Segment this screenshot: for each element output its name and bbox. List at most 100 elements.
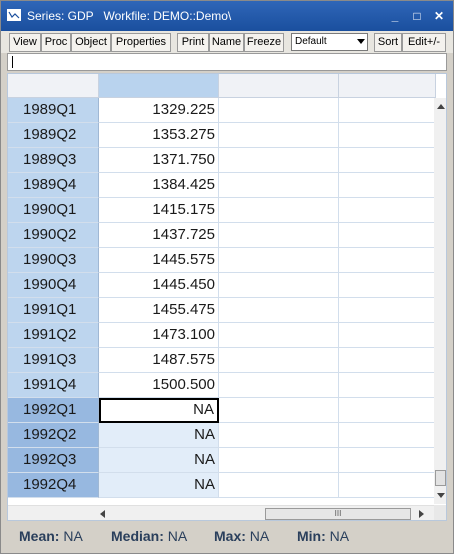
scroll-left-icon[interactable]: [100, 510, 105, 518]
empty-cell[interactable]: [219, 348, 339, 373]
empty-cell[interactable]: [339, 248, 436, 273]
row-label[interactable]: 1992Q2: [8, 423, 99, 448]
horizontal-scrollbar[interactable]: III: [8, 505, 434, 520]
name-button[interactable]: Name: [209, 33, 244, 52]
view-button[interactable]: View: [9, 33, 41, 52]
properties-button[interactable]: Properties: [111, 33, 171, 52]
row-label[interactable]: 1991Q3: [8, 348, 99, 373]
empty-cell[interactable]: [219, 448, 339, 473]
row-label[interactable]: 1992Q3: [8, 448, 99, 473]
object-button[interactable]: Object: [71, 33, 111, 52]
empty-cell[interactable]: [339, 348, 436, 373]
row-label[interactable]: 1990Q2: [8, 223, 99, 248]
value-cell[interactable]: 1487.575: [99, 348, 219, 373]
row-label[interactable]: 1990Q4: [8, 273, 99, 298]
table-row[interactable]: 1989Q3 1371.750: [8, 148, 436, 173]
value-cell[interactable]: 1384.425: [99, 173, 219, 198]
table-row[interactable]: 1989Q1 1329.225: [8, 98, 436, 123]
value-cell[interactable]: 1445.450: [99, 273, 219, 298]
empty-cell[interactable]: [339, 373, 436, 398]
table-row[interactable]: 1990Q4 1445.450: [8, 273, 436, 298]
title-bar[interactable]: Series: GDP Workfile: DEMO::Demo\ _ □ ✕: [1, 1, 453, 31]
row-label[interactable]: 1990Q3: [8, 248, 99, 273]
edit-toggle-button[interactable]: Edit+/-: [402, 33, 446, 52]
table-row[interactable]: 1990Q2 1437.725: [8, 223, 436, 248]
scroll-down-icon[interactable]: [437, 493, 445, 498]
close-button[interactable]: ✕: [432, 9, 446, 23]
table-row[interactable]: 1992Q2 NA: [8, 423, 436, 448]
table-row[interactable]: 1992Q4 NA: [8, 473, 436, 498]
row-label[interactable]: 1991Q4: [8, 373, 99, 398]
value-cell[interactable]: NA: [99, 423, 219, 448]
row-label[interactable]: 1990Q1: [8, 198, 99, 223]
value-cell[interactable]: 1455.475: [99, 298, 219, 323]
value-cell[interactable]: 1437.725: [99, 223, 219, 248]
table-row[interactable]: 1991Q1 1455.475: [8, 298, 436, 323]
table-row[interactable]: 1989Q2 1353.275: [8, 123, 436, 148]
value-cell[interactable]: 1415.175: [99, 198, 219, 223]
scroll-right-icon[interactable]: [419, 510, 424, 518]
value-cell[interactable]: 1329.225: [99, 98, 219, 123]
value-cell[interactable]: 1353.275: [99, 123, 219, 148]
table-row[interactable]: 1990Q1 1415.175: [8, 198, 436, 223]
empty-cell[interactable]: [339, 448, 436, 473]
value-cell[interactable]: NA: [99, 448, 219, 473]
empty-cell[interactable]: [339, 223, 436, 248]
empty-cell[interactable]: [339, 273, 436, 298]
empty-cell[interactable]: [339, 98, 436, 123]
empty-cell[interactable]: [339, 423, 436, 448]
empty-cell[interactable]: [339, 198, 436, 223]
empty-cell[interactable]: [219, 173, 339, 198]
maximize-button[interactable]: □: [410, 9, 424, 23]
table-row[interactable]: 1991Q2 1473.100: [8, 323, 436, 348]
empty-cell[interactable]: [219, 323, 339, 348]
empty-cell[interactable]: [219, 423, 339, 448]
table-row[interactable]: 1990Q3 1445.575: [8, 248, 436, 273]
empty-cell[interactable]: [339, 473, 436, 498]
column-header-empty[interactable]: [219, 74, 339, 98]
empty-cell[interactable]: [339, 148, 436, 173]
value-cell[interactable]: 1445.575: [99, 248, 219, 273]
empty-cell[interactable]: [219, 148, 339, 173]
print-button[interactable]: Print: [177, 33, 209, 52]
row-label[interactable]: 1991Q1: [8, 298, 99, 323]
row-label[interactable]: 1989Q2: [8, 123, 99, 148]
value-cell[interactable]: 1500.500: [99, 373, 219, 398]
value-cell[interactable]: 1371.750: [99, 148, 219, 173]
empty-cell[interactable]: [219, 198, 339, 223]
row-label[interactable]: 1992Q4: [8, 473, 99, 498]
spreadsheet-grid[interactable]: 1989Q1 1329.225 1989Q2 1353.275 1989Q3 1371.7…: [7, 73, 447, 521]
edit-line-input[interactable]: [7, 53, 447, 71]
minimize-button[interactable]: _: [388, 9, 402, 23]
horizontal-scroll-thumb[interactable]: III: [265, 508, 411, 520]
column-header-empty[interactable]: [339, 74, 436, 98]
display-format-dropdown[interactable]: Default: [291, 33, 368, 51]
table-row[interactable]: 1991Q3 1487.575: [8, 348, 436, 373]
proc-button[interactable]: Proc: [41, 33, 71, 52]
column-header-gdp[interactable]: [99, 74, 219, 98]
empty-cell[interactable]: [219, 298, 339, 323]
empty-cell[interactable]: [339, 398, 436, 423]
sort-button[interactable]: Sort: [374, 33, 402, 52]
empty-cell[interactable]: [219, 273, 339, 298]
row-label[interactable]: 1989Q4: [8, 173, 99, 198]
vertical-scrollbar[interactable]: [434, 98, 446, 504]
row-label[interactable]: 1989Q1: [8, 98, 99, 123]
freeze-button[interactable]: Freeze: [244, 33, 284, 52]
table-row[interactable]: 1989Q4 1384.425: [8, 173, 436, 198]
value-cell[interactable]: NA: [99, 473, 219, 498]
row-label[interactable]: 1992Q1: [8, 398, 99, 423]
corner-header[interactable]: [8, 74, 99, 98]
active-cell[interactable]: NA: [99, 398, 219, 423]
row-label[interactable]: 1991Q2: [8, 323, 99, 348]
empty-cell[interactable]: [219, 123, 339, 148]
empty-cell[interactable]: [219, 223, 339, 248]
empty-cell[interactable]: [219, 248, 339, 273]
empty-cell[interactable]: [339, 298, 436, 323]
scroll-up-icon[interactable]: [437, 104, 445, 109]
empty-cell[interactable]: [339, 123, 436, 148]
empty-cell[interactable]: [219, 98, 339, 123]
value-cell[interactable]: 1473.100: [99, 323, 219, 348]
empty-cell[interactable]: [219, 473, 339, 498]
empty-cell[interactable]: [339, 323, 436, 348]
